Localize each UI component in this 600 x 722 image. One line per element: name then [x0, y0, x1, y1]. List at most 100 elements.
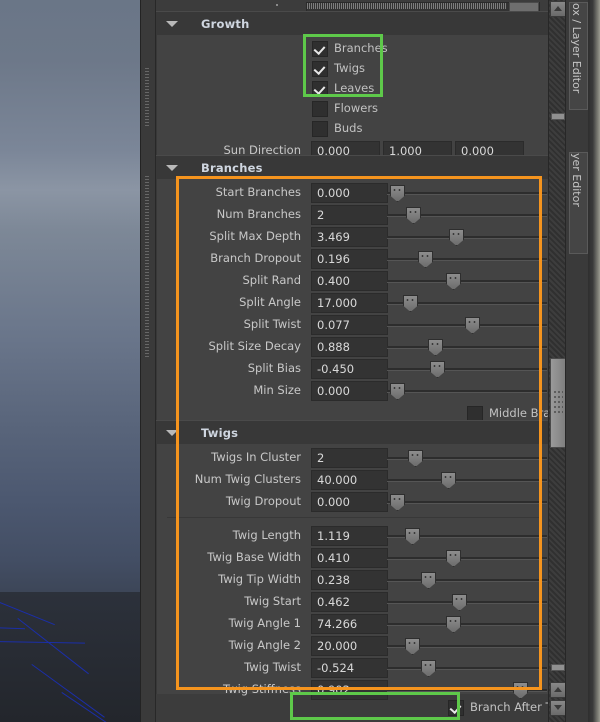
- slider-handle[interactable]: [449, 229, 464, 246]
- slider-handle[interactable]: [446, 273, 461, 290]
- slider-track[interactable]: [387, 479, 547, 482]
- slider[interactable]: [387, 524, 547, 547]
- slider[interactable]: [387, 612, 547, 635]
- slider-handle[interactable]: [421, 660, 436, 677]
- section-header-growth[interactable]: Growth: [156, 11, 549, 37]
- slider[interactable]: [387, 590, 547, 613]
- slider-handle[interactable]: [405, 528, 420, 545]
- slider[interactable]: [387, 568, 547, 591]
- input-value: 0.902: [317, 683, 350, 697]
- slider-handle[interactable]: [465, 317, 480, 334]
- value-input[interactable]: 0.238: [311, 570, 388, 590]
- slider[interactable]: [387, 181, 547, 204]
- value-input[interactable]: 1.119: [311, 526, 388, 546]
- slider-track[interactable]: [387, 557, 547, 560]
- slider-track[interactable]: [387, 346, 547, 349]
- slider[interactable]: [387, 379, 547, 402]
- value-input[interactable]: 74.266: [311, 614, 388, 634]
- checkbox-branches[interactable]: [312, 41, 328, 57]
- slider-handle[interactable]: [390, 383, 405, 400]
- value-input[interactable]: 2: [311, 448, 388, 468]
- value-input[interactable]: -0.450: [311, 359, 388, 379]
- input-value: -0.450: [317, 362, 355, 376]
- value-input[interactable]: 0.000: [311, 183, 388, 203]
- section-header-branches[interactable]: Branches: [156, 155, 549, 181]
- value-input[interactable]: 0.400: [311, 271, 388, 291]
- value-input[interactable]: 0.000: [311, 381, 388, 401]
- slider[interactable]: [387, 247, 547, 270]
- slider-track[interactable]: [387, 390, 547, 393]
- value-input[interactable]: 20.000: [311, 636, 388, 656]
- value-input[interactable]: 17.000: [311, 293, 388, 313]
- slider-track[interactable]: [387, 258, 547, 261]
- value-input[interactable]: 0.000: [311, 492, 388, 512]
- scroll-up-button[interactable]: [550, 1, 566, 17]
- value-input[interactable]: 0.410: [311, 548, 388, 568]
- scrollbar-thumb[interactable]: [550, 358, 566, 448]
- slider-handle[interactable]: [452, 594, 467, 611]
- slider[interactable]: [387, 357, 547, 380]
- checkbox-flowers[interactable]: [312, 101, 328, 117]
- slider-track[interactable]: [387, 501, 547, 504]
- slider-handle[interactable]: [446, 616, 461, 633]
- slider[interactable]: [387, 225, 547, 248]
- value-input[interactable]: 3.469: [311, 227, 388, 247]
- slider-handle[interactable]: [406, 207, 421, 224]
- value-input[interactable]: -0.524: [311, 658, 388, 678]
- twig-param-row: Twig Dropout 0.000: [157, 490, 550, 513]
- slider-handle[interactable]: [446, 550, 461, 567]
- slider-handle[interactable]: [441, 472, 456, 489]
- slider-handle[interactable]: [405, 638, 420, 655]
- slider-track[interactable]: [387, 623, 547, 626]
- slider-handle[interactable]: [421, 572, 436, 589]
- slider-track[interactable]: [387, 579, 547, 582]
- panel-scrollbar[interactable]: [548, 0, 566, 722]
- slider[interactable]: [387, 291, 547, 314]
- checkbox-buds[interactable]: [312, 121, 328, 137]
- value-input[interactable]: 0.196: [311, 249, 388, 269]
- slider-handle[interactable]: [390, 494, 405, 511]
- slider[interactable]: [387, 269, 547, 292]
- slider-handle[interactable]: [428, 339, 443, 356]
- checkbox-twigs[interactable]: [312, 61, 328, 77]
- slider-handle[interactable]: [430, 361, 445, 378]
- slider-track[interactable]: [387, 667, 547, 670]
- slider-handle[interactable]: [513, 682, 528, 699]
- value-input[interactable]: 2: [311, 205, 388, 225]
- slider[interactable]: [387, 335, 547, 358]
- 3d-viewport[interactable]: [0, 0, 140, 722]
- slider-handle[interactable]: [390, 185, 405, 202]
- scroll-down-button[interactable]: [550, 700, 566, 716]
- section-header-twigs[interactable]: Twigs: [156, 420, 549, 446]
- value-input[interactable]: 0.077: [311, 315, 388, 335]
- value-input[interactable]: 0.462: [311, 592, 388, 612]
- slider[interactable]: [387, 446, 547, 469]
- slider-handle[interactable]: [403, 295, 418, 312]
- slider-track[interactable]: [387, 601, 547, 604]
- slider[interactable]: [387, 490, 547, 513]
- slider-track[interactable]: [387, 236, 547, 239]
- slider-handle[interactable]: [418, 251, 433, 268]
- slider[interactable]: [387, 203, 547, 226]
- row-label: Split Max Depth: [209, 229, 301, 243]
- vertical-tab-layer-editor-2[interactable]: yer Editor: [569, 152, 588, 254]
- slider[interactable]: [387, 468, 547, 491]
- slider[interactable]: [387, 656, 547, 679]
- slider[interactable]: [387, 546, 547, 569]
- value-input[interactable]: 0.902: [311, 680, 388, 700]
- input-value: 2: [317, 451, 325, 465]
- value-input[interactable]: 0.888: [311, 337, 388, 357]
- scroll-up-button-bottom[interactable]: [550, 682, 566, 698]
- slider-handle[interactable]: [408, 450, 423, 467]
- checkbox-leaves[interactable]: [312, 81, 328, 97]
- checkbox-branch-after-twigs[interactable]: [448, 700, 464, 716]
- slider[interactable]: [387, 634, 547, 657]
- row-label: Num Twig Clusters: [194, 472, 301, 486]
- slider[interactable]: [387, 678, 547, 701]
- slider-track[interactable]: [387, 368, 547, 371]
- slider[interactable]: [387, 313, 547, 336]
- value-input[interactable]: 40.000: [311, 470, 388, 490]
- vertical-tab-layer-editor-1[interactable]: ox / Layer Editor: [569, 2, 588, 110]
- slider-track[interactable]: [387, 280, 547, 283]
- slider-track[interactable]: [387, 192, 547, 195]
